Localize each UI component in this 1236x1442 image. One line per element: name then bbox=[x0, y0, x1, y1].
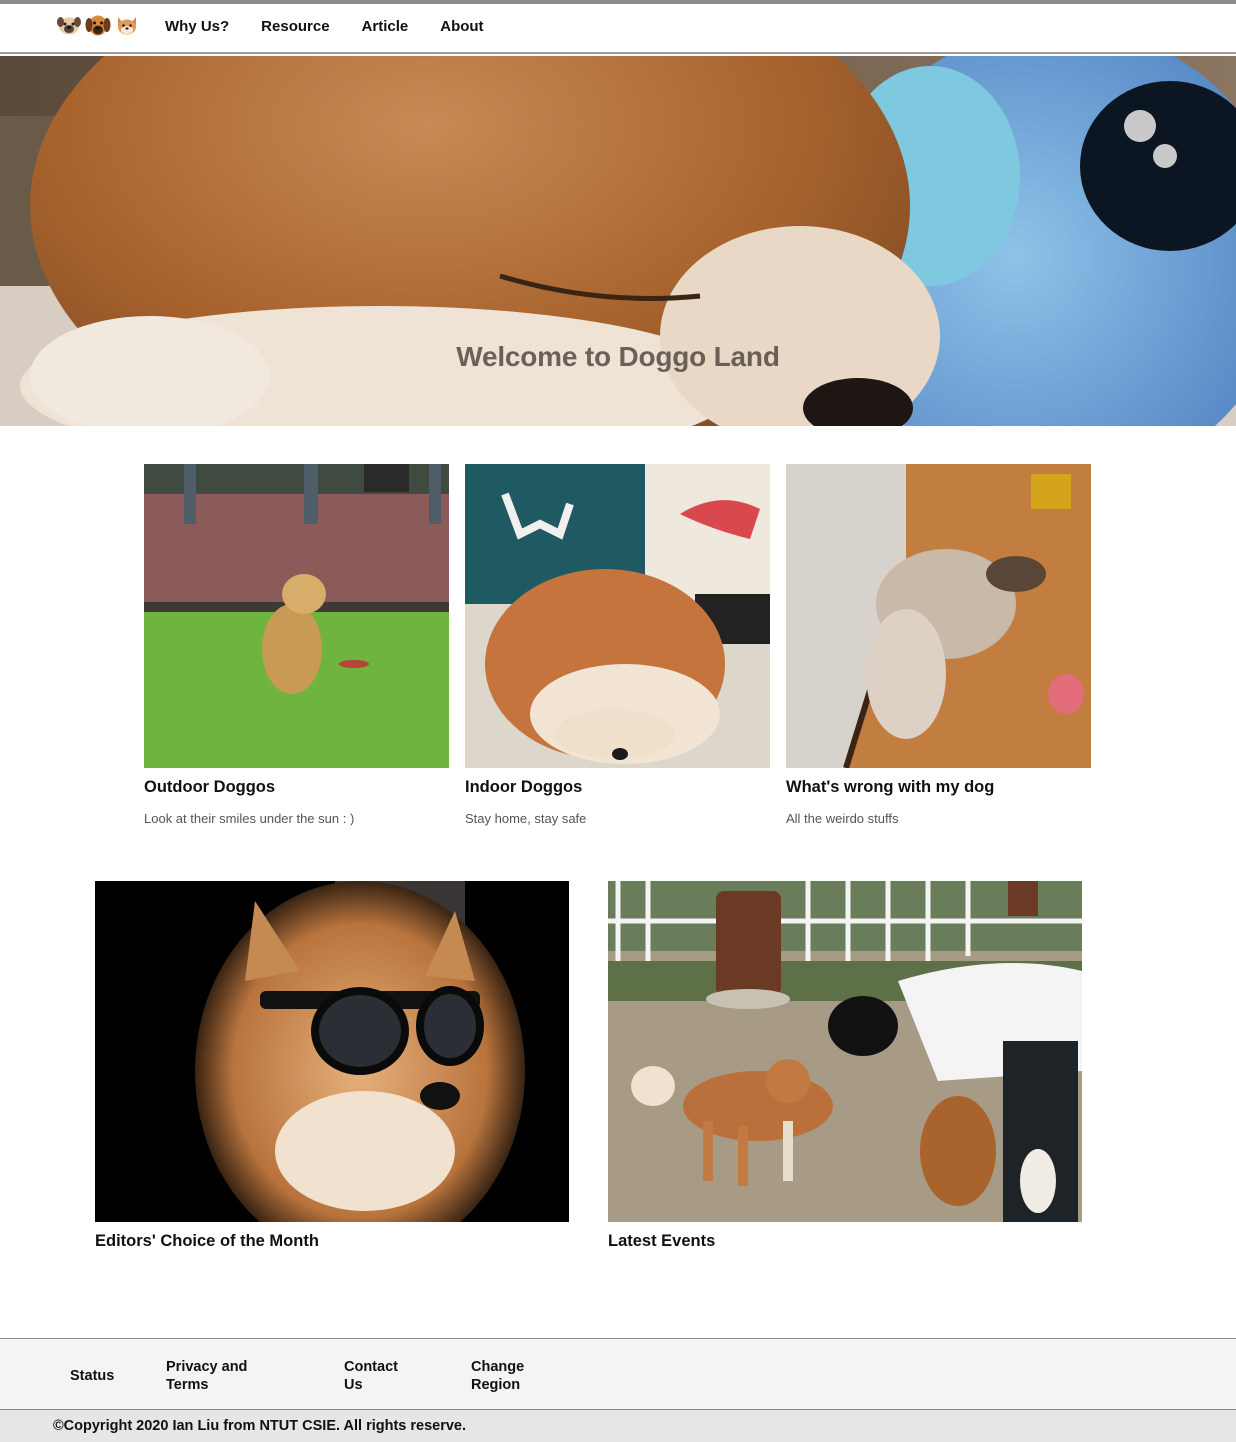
editors-choice-photo[interactable] bbox=[95, 881, 569, 1222]
site-logo[interactable] bbox=[56, 12, 140, 38]
feature-title[interactable]: Latest Events bbox=[608, 1232, 715, 1251]
outdoor-dog-photo[interactable] bbox=[144, 464, 449, 768]
card-whats-wrong[interactable]: What's wrong with my dog All the weirdo … bbox=[786, 464, 1091, 826]
feature-title[interactable]: Editors' Choice of the Month bbox=[95, 1232, 319, 1251]
card-outdoor-doggos[interactable]: Outdoor Doggos Look at their smiles unde… bbox=[144, 464, 449, 826]
top-navigation-bar: Why Us? Resource Article About bbox=[0, 4, 1236, 54]
nav-link-resource[interactable]: Resource bbox=[261, 17, 329, 37]
dog-face-icon bbox=[85, 15, 111, 36]
footer-link-line: Region bbox=[471, 1377, 521, 1393]
latest-events-photo[interactable] bbox=[608, 881, 1082, 1222]
footer-link-line: Privacy and bbox=[166, 1359, 248, 1375]
nav-link-about[interactable]: About bbox=[440, 17, 483, 37]
nav-link-article[interactable]: Article bbox=[362, 17, 409, 37]
footer-link-line: Terms bbox=[166, 1377, 209, 1393]
footer-link-change-region[interactable]: Change Region bbox=[471, 1358, 524, 1394]
footer-link-line: Us bbox=[344, 1377, 363, 1393]
hero-title: Welcome to Doggo Land bbox=[456, 341, 780, 372]
footer-link-status[interactable]: Status bbox=[70, 1367, 114, 1385]
card-indoor-doggos[interactable]: Indoor Doggos Stay home, stay safe bbox=[465, 464, 770, 826]
weird-dog-photo[interactable] bbox=[786, 464, 1091, 768]
card-title[interactable]: Outdoor Doggos bbox=[144, 778, 275, 797]
hero-banner: Welcome to Doggo Land bbox=[0, 56, 1236, 426]
copyright-text: ©Copyright 2020 Ian Liu from NTUT CSIE. … bbox=[53, 1418, 467, 1434]
footer: Status Privacy and Terms Contact Us Chan… bbox=[0, 1338, 1236, 1410]
feature-latest-events[interactable]: Latest Events bbox=[608, 881, 1082, 1250]
feature-editors-choice[interactable]: Editors' Choice of the Month bbox=[95, 881, 569, 1250]
footer-link-line: Status bbox=[70, 1368, 115, 1384]
card-description: Stay home, stay safe bbox=[465, 811, 587, 826]
dog-face-icon bbox=[118, 17, 136, 35]
card-description: All the weirdo stuffs bbox=[786, 811, 899, 826]
footer-link-contact-us[interactable]: Contact Us bbox=[344, 1358, 398, 1394]
footer-link-line: Contact bbox=[344, 1359, 398, 1375]
footer-link-line: Change bbox=[471, 1359, 525, 1375]
card-title[interactable]: Indoor Doggos bbox=[465, 778, 582, 797]
card-description: Look at their smiles under the sun : ) bbox=[144, 811, 355, 826]
copyright-bar: ©Copyright 2020 Ian Liu from NTUT CSIE. … bbox=[0, 1410, 1236, 1442]
card-title[interactable]: What's wrong with my dog bbox=[786, 778, 994, 797]
pug-face-icon bbox=[57, 17, 81, 35]
footer-link-privacy-terms[interactable]: Privacy and Terms bbox=[166, 1358, 247, 1394]
nav-link-why-us[interactable]: Why Us? bbox=[165, 17, 229, 37]
indoor-dog-photo[interactable] bbox=[465, 464, 770, 768]
